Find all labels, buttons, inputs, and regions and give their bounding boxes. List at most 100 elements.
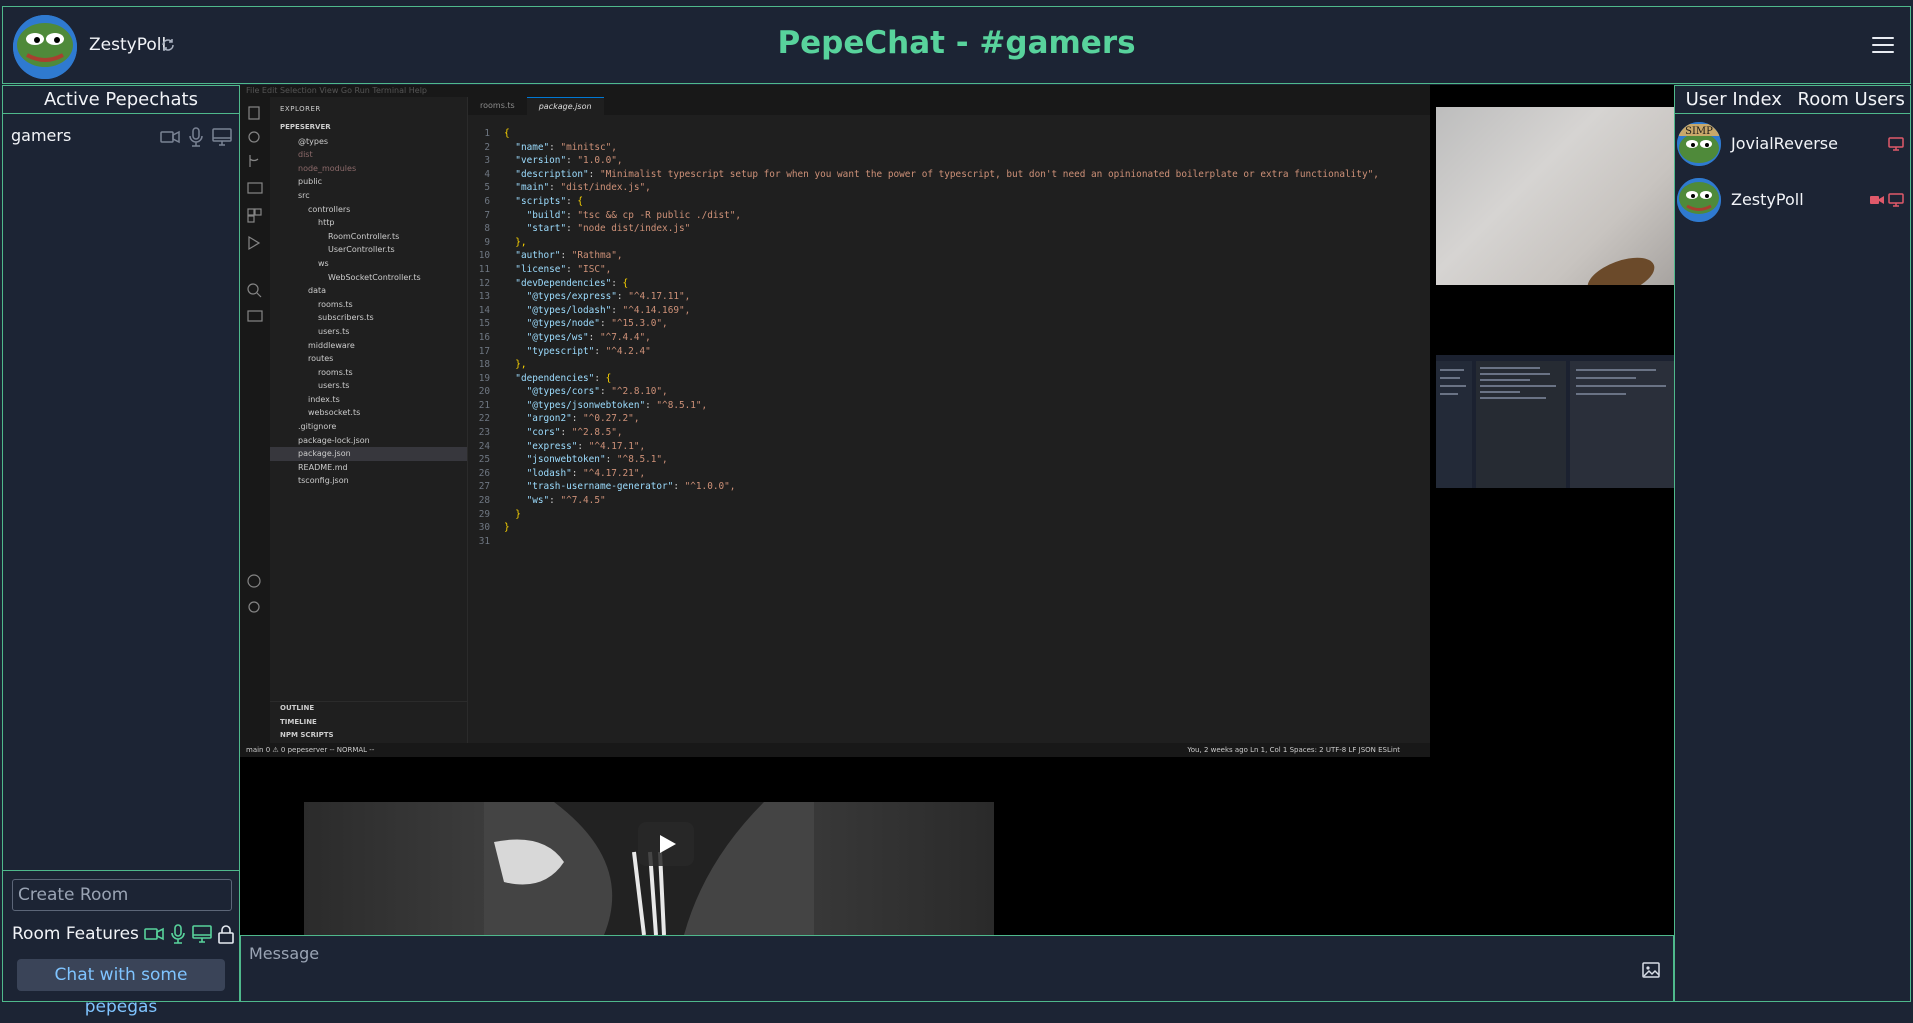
tree-item: index.ts (308, 394, 340, 404)
code-line: 17 "typescript": "^4.2.4" (478, 345, 651, 357)
code-line: 24 "express": "^4.17.1", (478, 440, 646, 452)
code-line: 2 "name": "minitsc", (484, 141, 617, 153)
code-line: 20 "@types/cors": "^2.8.10", (478, 386, 668, 398)
lock-icon[interactable] (215, 923, 237, 945)
tree-item: package.json (270, 447, 467, 461)
tree-item: .gitignore (298, 422, 337, 432)
code-line: 3 "version": "1.0.0", (484, 155, 623, 167)
chat-with-pepegas-button[interactable]: Chat with some pepegas (17, 959, 225, 1017)
play-button[interactable] (638, 822, 694, 866)
code-line: 5 "main": "dist/index.js", (484, 182, 651, 194)
tree-item: users.ts (318, 326, 350, 336)
tree-item: UserController.ts (328, 245, 395, 255)
tree-item: WebSocketController.ts (328, 272, 421, 282)
code-line: 21 "@types/jsonwebtoken": "^8.5.1", (478, 399, 708, 411)
tree-item: subscribers.ts (318, 313, 374, 323)
screen-share-icon (212, 128, 232, 146)
code-line: 8 "start": "node dist/index.js" (484, 223, 691, 235)
panel-timeline: TIMELINE (280, 717, 317, 726)
code-line: 9 }, (484, 236, 527, 248)
file-tree: PEPESERVER @types dist node_modules publ… (270, 121, 467, 488)
tab-user-index[interactable]: User Index (1675, 86, 1793, 113)
status-left: main 0 ⚠ 0 pepeserver -- NORMAL -- (246, 746, 375, 754)
code-line: 7 "build": "tsc && cp -R public ./dist", (484, 209, 742, 221)
screen-share-thumbnail[interactable] (1436, 355, 1674, 488)
tree-item: data (308, 286, 327, 296)
tab-room-users[interactable]: Room Users (1793, 86, 1911, 113)
code-line: 13 "@types/express": "^4.17.11", (478, 291, 691, 303)
screen-share-icon[interactable] (191, 923, 213, 945)
code-line: 4 "description": "Minimalist typescript … (484, 168, 1379, 180)
user-row[interactable]: ZestyPoll (1675, 178, 1910, 222)
tree-item: RoomController.ts (328, 231, 400, 241)
user-row[interactable]: SIMP JovialReverse (1675, 122, 1910, 166)
tree-item: src (298, 190, 310, 200)
code-line: 10 "author": "Rathma", (478, 250, 623, 262)
code-view: 1{ 2 "name": "minitsc", 3 "version": "1.0.… (468, 127, 1379, 548)
tree-item: @types (298, 136, 329, 146)
video-camera-icon[interactable] (143, 923, 165, 945)
users-sidebar: User Index Room Users SIMP JovialReverse (1674, 85, 1911, 1002)
tree-item: node_modules (298, 163, 357, 173)
explorer-panels: OUTLINE TIMELINE NPM SCRIPTS (270, 701, 468, 743)
tree-item: controllers (308, 204, 351, 214)
code-line: 31 (478, 535, 490, 547)
webcam-video[interactable] (1436, 107, 1674, 285)
room-item-gamers[interactable]: gamers (11, 126, 233, 150)
code-line: 19 "dependencies": { (478, 372, 612, 384)
microphone-icon[interactable] (167, 923, 189, 945)
image-upload-icon[interactable] (1641, 960, 1661, 980)
avatar (1677, 178, 1721, 222)
media-stage: File Edit Selection View Go Run Terminal… (240, 85, 1674, 935)
code-line: 15 "@types/node": "^15.3.0", (478, 318, 668, 330)
tree-item: package-lock.json (298, 435, 370, 445)
code-line: 27 "trash-username-generator": "^1.0.0", (478, 481, 736, 493)
code-line: 22 "argon2": "^0.27.2", (478, 413, 640, 425)
code-line: 1{ (484, 128, 510, 139)
message-input[interactable]: Message (249, 944, 319, 963)
tree-item: routes (308, 354, 334, 364)
code-line: 6 "scripts": { (484, 195, 584, 207)
tree-item: dist (298, 150, 313, 160)
app-root: ZestyPoll PepeChat - #gamers Active Pepe… (0, 0, 1913, 1017)
user-name: JovialReverse (1731, 134, 1838, 153)
tree-item: websocket.ts (308, 408, 361, 418)
page-title: PepeChat - #gamers (777, 25, 1136, 61)
tree-item: tsconfig.json (298, 476, 349, 486)
panel-npm-scripts: NPM SCRIPTS (280, 731, 334, 740)
microphone-icon (189, 127, 203, 147)
top-header: ZestyPoll PepeChat - #gamers (2, 6, 1911, 84)
code-line: 25 "jsonwebtoken": "^8.5.1", (478, 454, 668, 466)
code-line: 18 }, (478, 359, 527, 371)
menu-icon[interactable] (1872, 37, 1894, 55)
tree-item: http (318, 218, 335, 228)
tree-item: users.ts (318, 381, 350, 391)
vscode-explorer: EXPLORER PEPESERVER @types dist node_mod… (270, 97, 468, 743)
create-room-input[interactable]: Create Room (12, 879, 232, 911)
code-line: 11 "license": "ISC", (478, 263, 612, 275)
vscode-editor: rooms.ts package.json 1{2 "name": "minit… (468, 97, 1430, 743)
room-features-label: Room Features (12, 924, 139, 944)
code-line: 28 "ws": "^7.4.5" (478, 495, 606, 507)
vscode-status-bar: main 0 ⚠ 0 pepeserver -- NORMAL -- You, … (240, 743, 1430, 757)
tree-item: middleware (308, 340, 355, 350)
video-camera-icon (160, 130, 180, 144)
tree-item: rooms.ts (318, 367, 353, 377)
explorer-title: EXPLORER (280, 105, 321, 113)
code-line: 29 } (478, 508, 521, 520)
vscode-menubar: File Edit Selection View Go Run Terminal… (240, 85, 1430, 97)
screen-share-video[interactable]: File Edit Selection View Go Run Terminal… (240, 85, 1430, 757)
code-line: 14 "@types/lodash": "^4.14.169", (478, 304, 691, 316)
video-player[interactable] (304, 802, 994, 935)
user-name: ZestyPoll (1731, 190, 1804, 209)
panel-outline: OUTLINE (280, 704, 315, 713)
tree-item: rooms.ts (318, 299, 353, 309)
code-line: 16 "@types/ws": "^7.4.4", (478, 331, 651, 343)
code-line: 30} (478, 522, 510, 534)
users-tabs: User Index Room Users (1675, 86, 1910, 114)
status-right: You, 2 weeks ago Ln 1, Col 1 Spaces: 2 U… (1187, 746, 1400, 754)
editor-tab: rooms.ts (480, 101, 515, 110)
tree-item: ws (318, 258, 329, 268)
create-room-panel: Create Room Room Features Chat with some… (3, 870, 239, 1017)
video-camera-icon (1870, 196, 1884, 204)
